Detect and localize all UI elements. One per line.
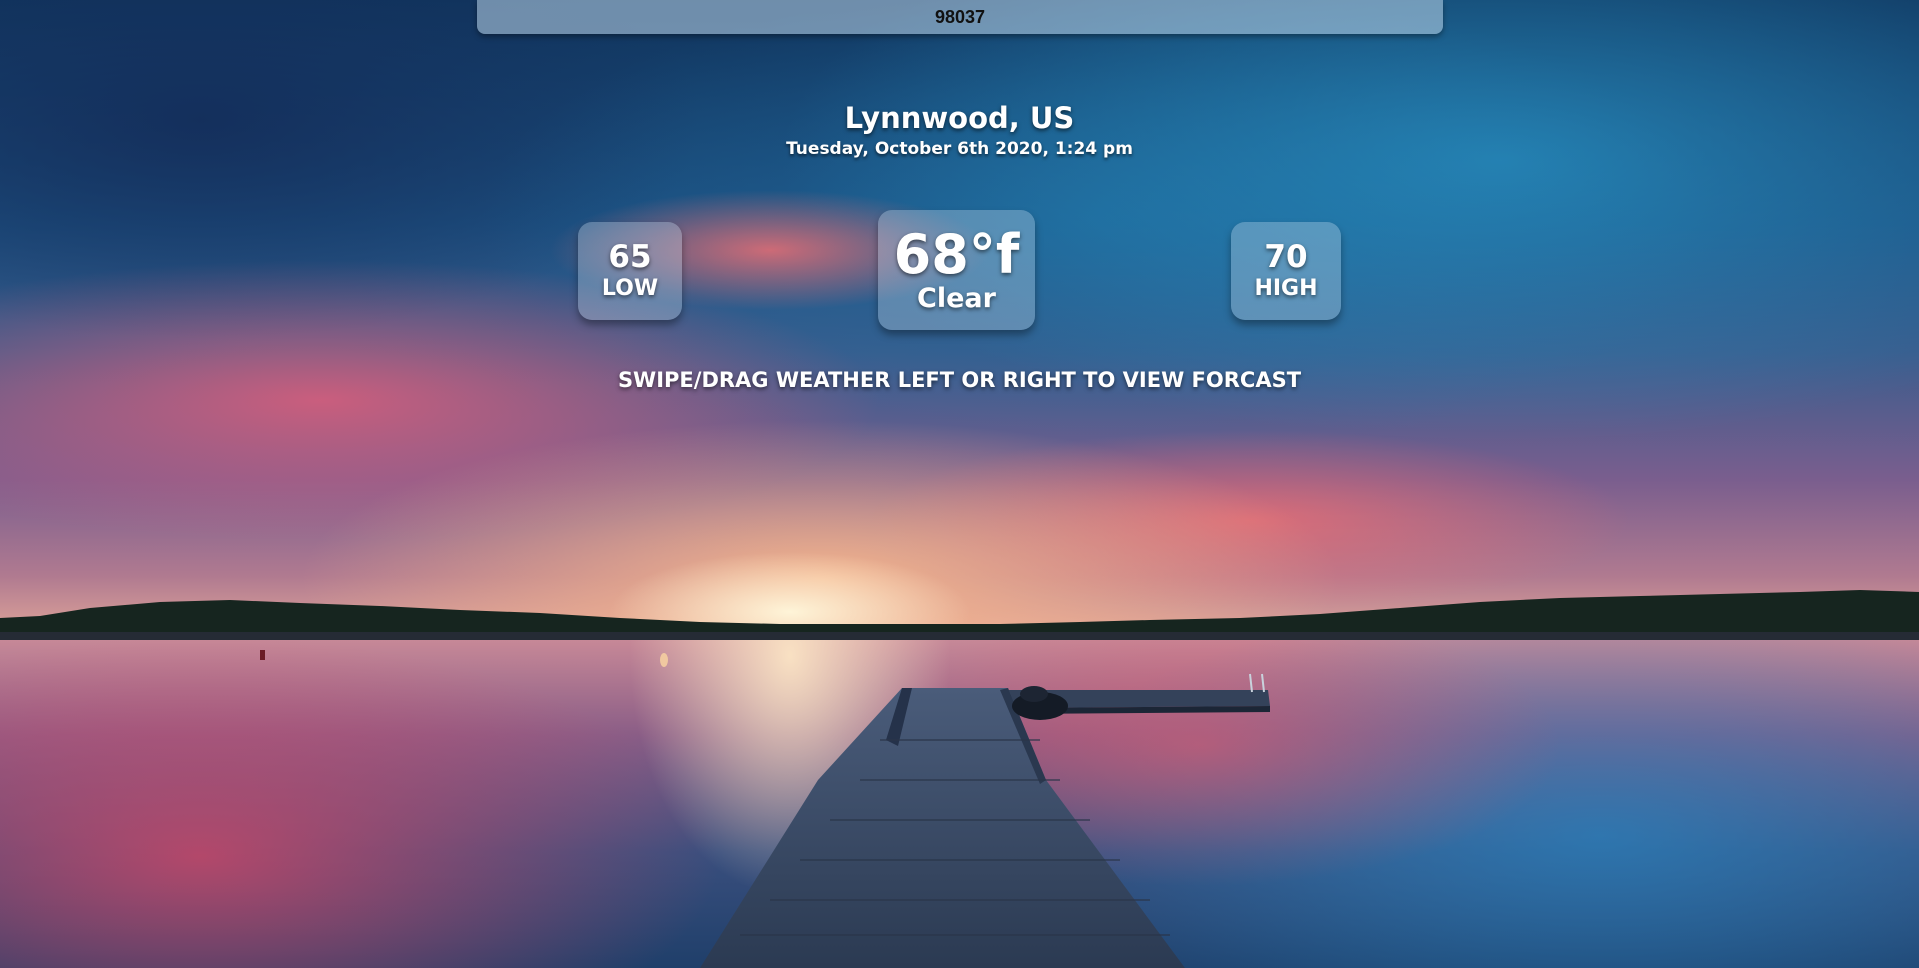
current-weather-card[interactable]: 68°f Clear: [878, 210, 1035, 330]
low-temp-value: 65: [608, 238, 652, 275]
high-temp-value: 70: [1264, 238, 1308, 275]
high-temp-label: HIGH: [1254, 275, 1318, 301]
weather-app: Lynnwood, US Tuesday, October 6th 2020, …: [0, 0, 1919, 968]
current-condition: Clear: [917, 282, 996, 314]
location-title: Lynnwood, US: [844, 101, 1075, 135]
date-time: Tuesday, October 6th 2020, 1:24 pm: [786, 139, 1133, 159]
low-temp-card[interactable]: 65 LOW: [578, 222, 682, 320]
zip-code-input[interactable]: [477, 0, 1443, 35]
swipe-hint: SWIPE/DRAG WEATHER LEFT OR RIGHT TO VIEW…: [617, 368, 1302, 392]
zip-search-bar[interactable]: [477, 0, 1443, 35]
current-temp: 68°f: [893, 222, 1020, 286]
high-temp-card[interactable]: 70 HIGH: [1231, 222, 1341, 320]
low-temp-label: LOW: [601, 275, 659, 301]
